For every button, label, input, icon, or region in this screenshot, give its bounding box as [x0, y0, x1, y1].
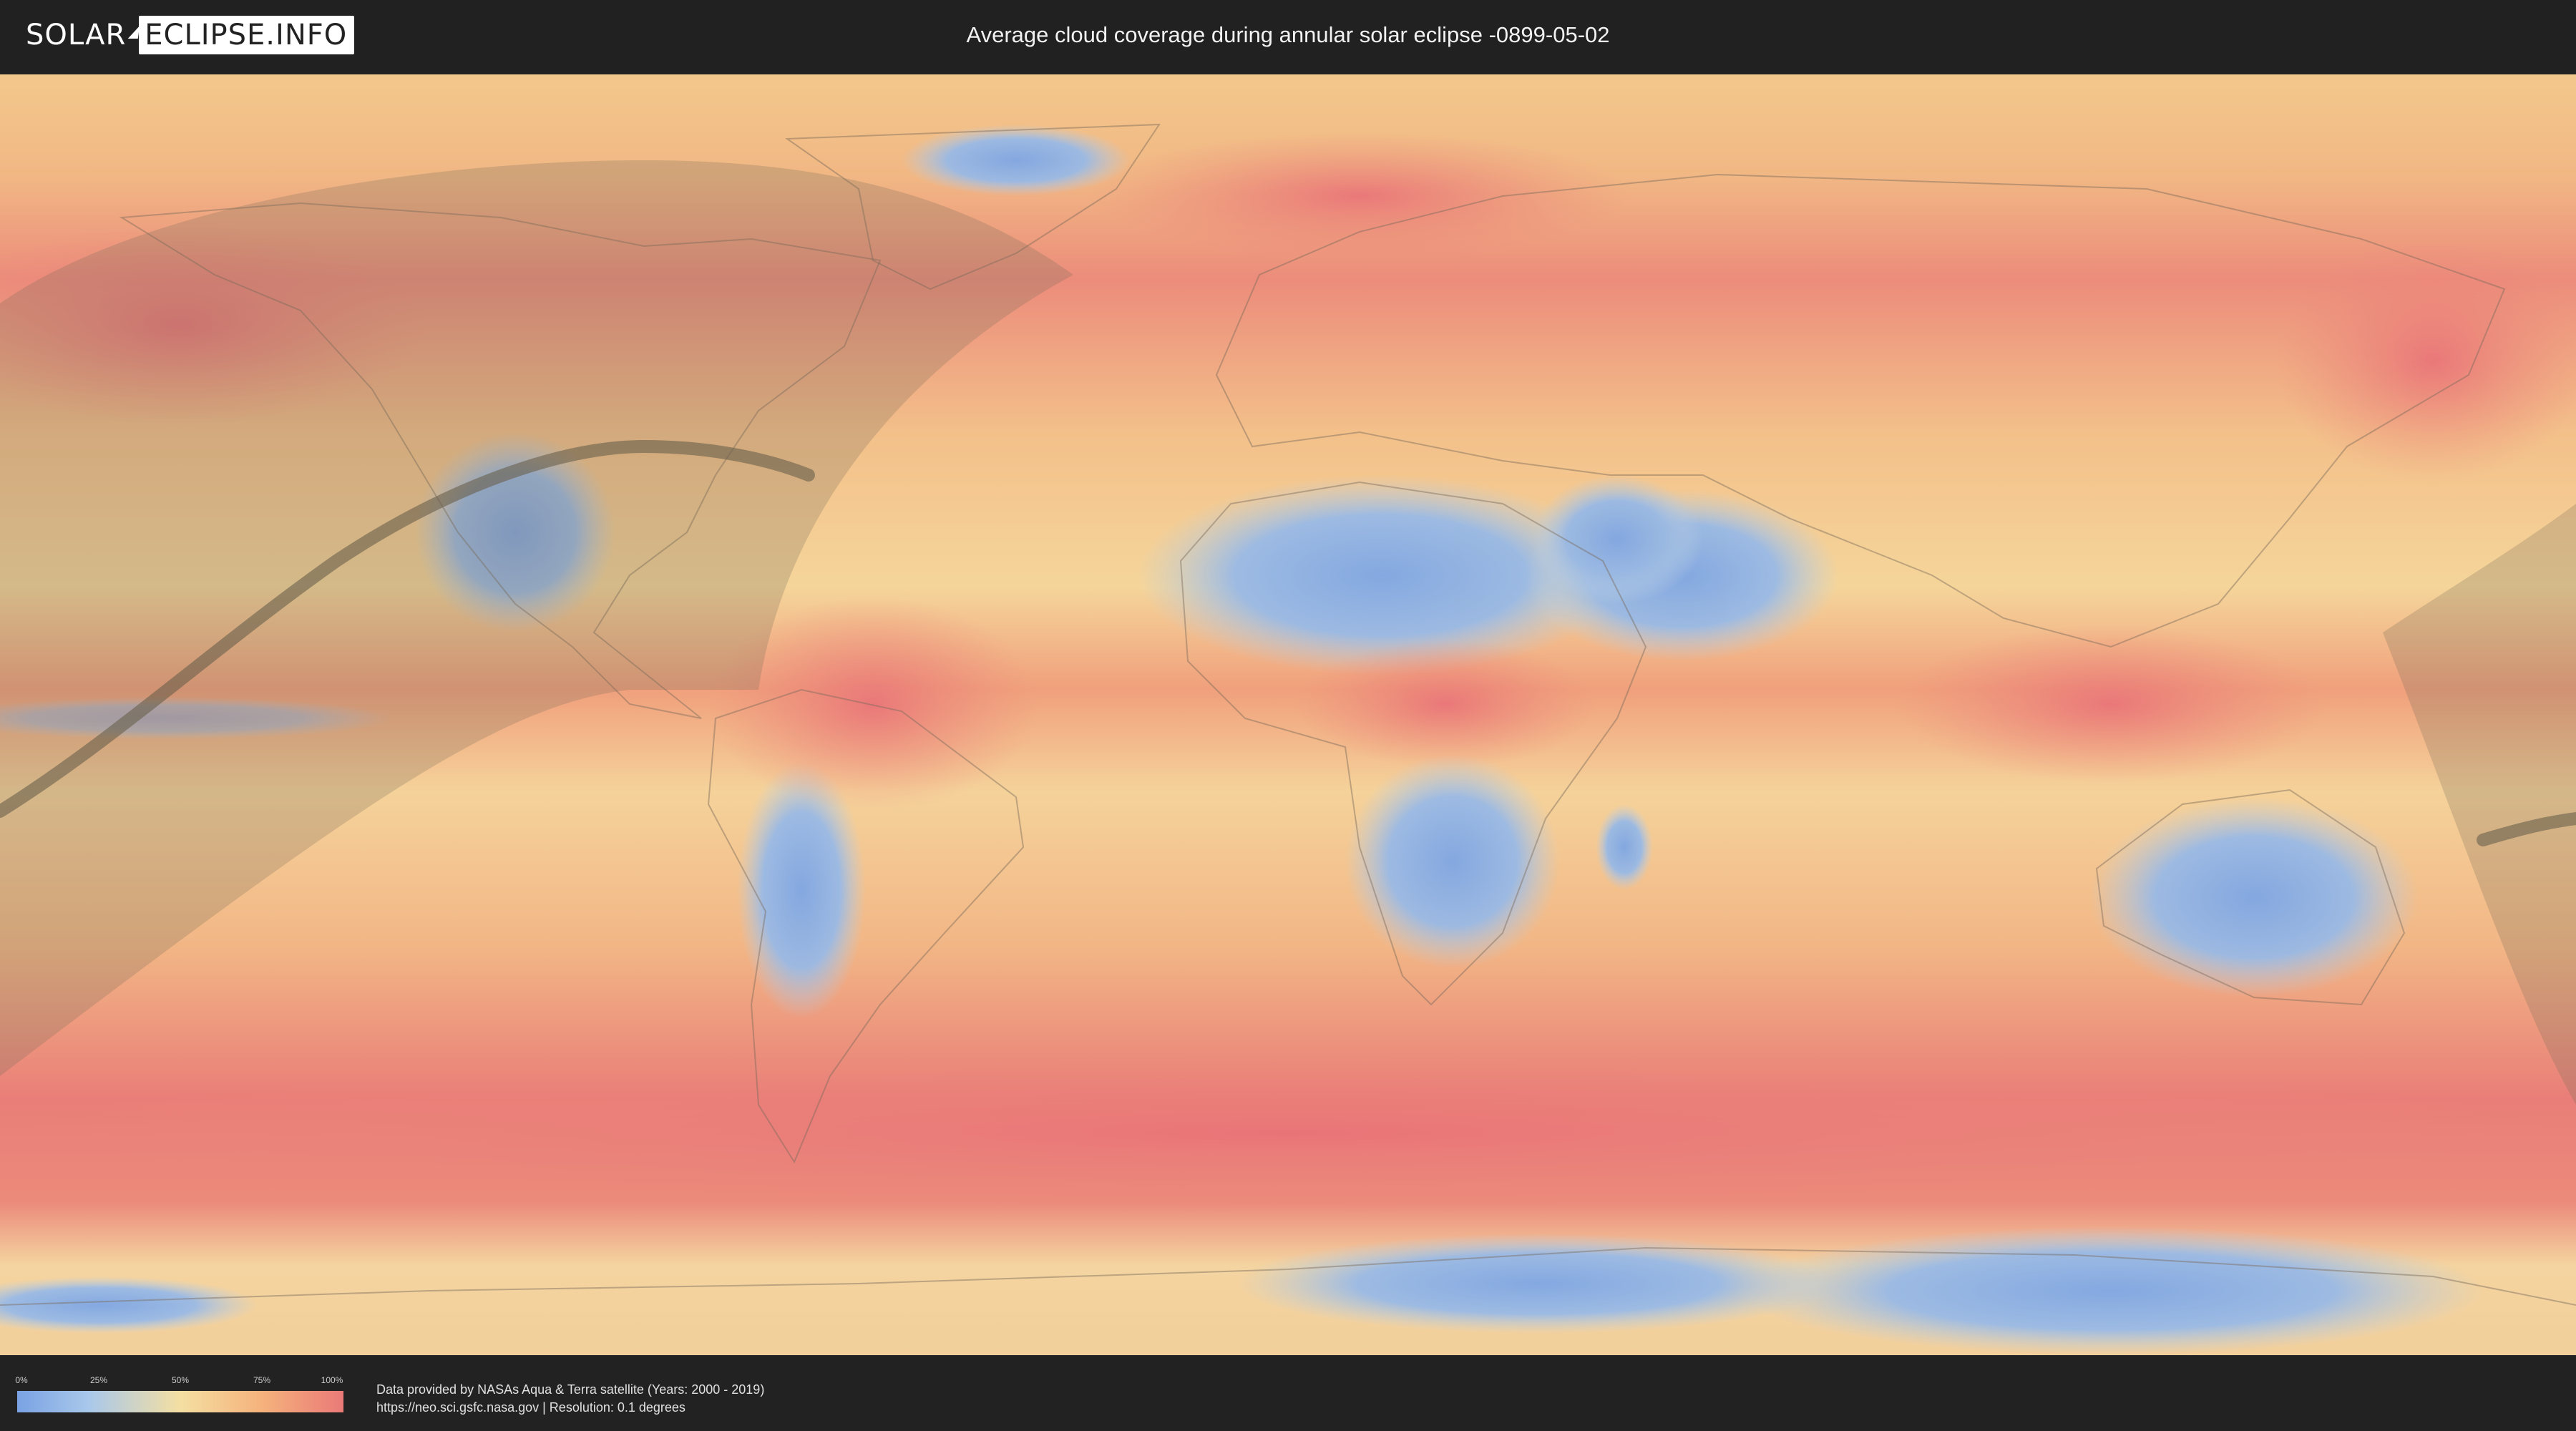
legend-tick-0: 0% — [15, 1375, 28, 1385]
legend-ticks: 0% 25% 50% 75% 100% — [15, 1375, 343, 1388]
legend-tick-50: 50% — [171, 1375, 190, 1385]
credit-line-url[interactable]: https://neo.sci.gsfc.nasa.gov | Resoluti… — [376, 1399, 764, 1417]
footer-bar: 0% 25% 50% 75% 100% Data provided by NAS… — [0, 1359, 2576, 1431]
southern-ocean-high-cloud — [0, 1055, 2576, 1212]
siberia-high-cloud — [2275, 239, 2576, 482]
indonesia-high-cloud — [1896, 625, 2326, 783]
data-credits: Data provided by NASAs Aqua & Terra sate… — [376, 1381, 764, 1417]
north-atlantic-high-cloud — [1088, 132, 1631, 260]
credit-line-source: Data provided by NASAs Aqua & Terra sate… — [376, 1382, 765, 1397]
antarctica-east-low-cloud — [1739, 1226, 2483, 1355]
legend-tick-75: 75% — [253, 1375, 271, 1385]
cloud-coverage-map — [0, 74, 2576, 1355]
southern-africa-low-cloud — [1345, 754, 1560, 969]
cloud-coverage-legend: 0% 25% 50% 75% 100% — [15, 1375, 343, 1415]
central-africa-high-cloud — [1295, 640, 1596, 768]
arabia-low-cloud — [1531, 475, 1703, 604]
header-bar: SOLAR ECLIPSE.INFO Average cloud coverag… — [0, 0, 2576, 70]
antarctica-west-low-cloud — [1238, 1234, 1839, 1334]
madagascar-low-cloud — [1596, 804, 1653, 890]
legend-tick-100: 100% — [321, 1375, 343, 1385]
australia-low-cloud — [2089, 797, 2419, 997]
page-title: Average cloud coverage during annular so… — [966, 22, 1610, 47]
legend-color-bar — [17, 1391, 343, 1412]
legend-tick-25: 25% — [89, 1375, 108, 1385]
